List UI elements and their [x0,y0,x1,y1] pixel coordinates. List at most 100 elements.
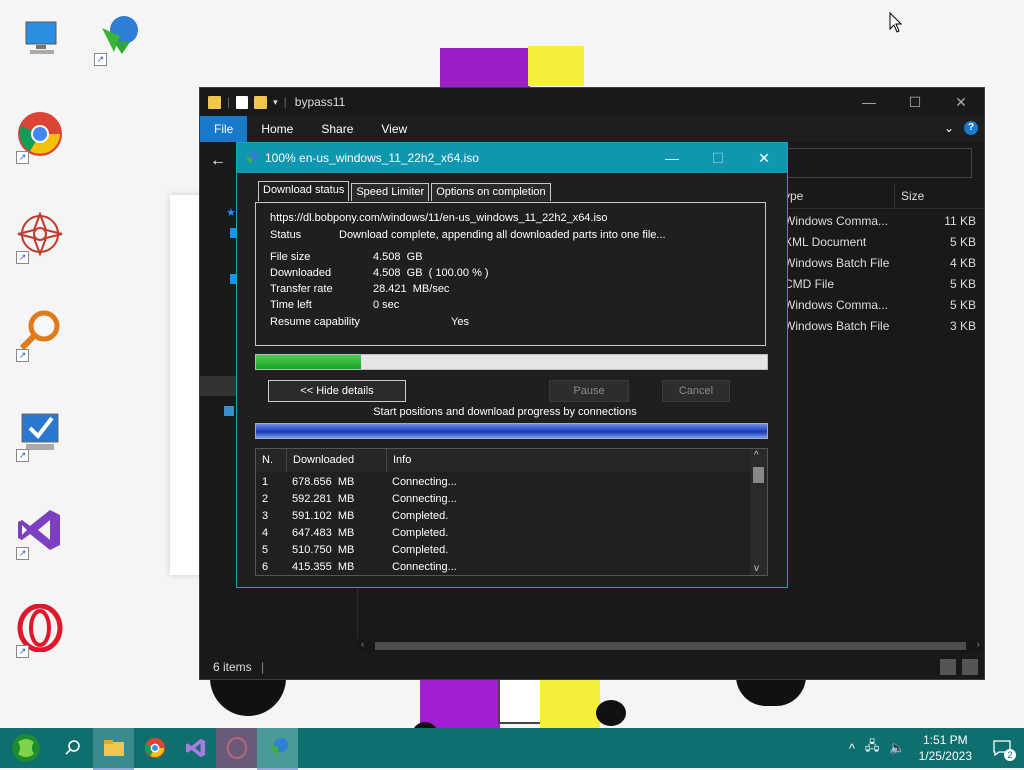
volume-icon[interactable]: 🔈 [884,740,910,756]
close-button[interactable]: ✕ [938,88,984,116]
table-row[interactable]: 4 647.483 MB Completed. [256,525,767,542]
dialog-titlebar[interactable]: 100% en-us_windows_11_22h2_x64.iso — ☐ ✕ [237,143,787,173]
file-row[interactable]: CMD File 5 KB [780,277,984,298]
download-url: https://dl.bobpony.com/windows/11/en-us_… [270,212,608,224]
table-row[interactable]: 3 591.102 MB Completed. [256,508,767,525]
column-downloaded[interactable]: Downloaded [287,449,387,472]
minimize-button[interactable]: — [649,143,695,173]
tab-share[interactable]: Share [307,116,367,142]
action-center-button[interactable]: 2 [980,728,1024,768]
idm-icon [245,151,259,165]
vertical-scrollbar[interactable]: ^ v [750,449,767,575]
file-size: 5 KB [949,235,976,249]
file-row[interactable]: Windows Comma... 5 KB [780,298,984,319]
connection-info: Completed. [392,527,449,539]
taskbar-idm[interactable] [257,728,298,770]
taskbar-visual-studio[interactable] [175,728,216,768]
taskbar: ^ 🖧 🔈 1:51 PM 1/25/2023 2 [0,728,1024,770]
this-pc-icon[interactable] [8,8,68,68]
dialog-tabs: Download status Speed Limiter Options on… [258,181,553,201]
column-size[interactable]: Size [895,184,971,208]
table-row[interactable]: 5 510.750 MB Completed. [256,542,767,559]
file-row[interactable]: XML Document 5 KB [780,235,984,256]
monitor-check-icon[interactable]: ↗ [4,402,64,462]
file-type: Windows Comma... [784,298,889,312]
column-number[interactable]: N. [256,449,287,472]
quick-access-star-icon[interactable]: ★ [226,206,236,219]
quick-access-dropdown-icon[interactable]: ▾ [273,97,278,108]
scroll-down-icon[interactable]: v [754,563,759,574]
connection-info: Connecting... [392,493,457,505]
internet-download-manager-icon[interactable]: ↗ [82,6,142,66]
minimize-button[interactable]: — [846,88,892,116]
shortcut-arrow-icon: ↗ [16,449,29,462]
file-row[interactable]: Windows Batch File 3 KB [780,319,984,340]
pause-button[interactable]: Pause [549,380,629,402]
explorer-titlebar[interactable]: | ▾ | bypass11 — ☐ ✕ [200,88,984,116]
search-button[interactable] [52,728,93,768]
ribbon: File Home Share View ⌄ ? [200,116,984,142]
tab-download-status[interactable]: Download status [258,181,350,201]
table-row[interactable]: 6 415.355 MB Connecting... [256,559,767,575]
scrollbar-thumb[interactable] [375,642,966,650]
mandala-app-icon[interactable]: ↗ [4,204,64,264]
expand-ribbon-icon[interactable]: ⌄ [944,121,954,135]
table-row[interactable]: 1 678.656 MB Connecting... [256,474,767,491]
visual-studio-icon[interactable]: ↗ [4,500,64,560]
progress-fill [256,355,361,369]
search-input[interactable] [780,148,972,178]
connection-number: 1 [262,476,269,488]
start-button[interactable] [0,728,52,768]
connection-number: 4 [262,527,269,539]
file-row[interactable]: Windows Batch File 4 KB [780,256,984,277]
chrome-icon[interactable]: ↗ [4,104,64,164]
file-type: XML Document [784,235,867,249]
column-info[interactable]: Info [387,449,737,472]
connections-table[interactable]: N. Downloaded Info 1 678.656 MB Connecting… [255,448,768,576]
hide-details-button[interactable]: << Hide details [268,380,406,402]
wallpaper-purple-body [420,676,500,728]
magnifier-app-icon[interactable]: ↗ [4,302,64,362]
connection-number: 6 [262,561,269,573]
new-folder-icon[interactable] [254,95,268,109]
show-hidden-icons-icon[interactable]: ^ [844,741,860,756]
connection-downloaded: 591.102 MB [292,510,355,522]
tab-speed-limiter[interactable]: Speed Limiter [351,183,430,201]
connection-info: Completed. [392,544,449,556]
table-row[interactable]: 2 592.281 MB Connecting... [256,491,767,508]
help-icon[interactable]: ? [964,121,978,135]
wallpaper-yellow-body [540,676,600,728]
clock[interactable]: 1:51 PM 1/25/2023 [911,732,980,764]
file-explorer-icon [103,740,124,756]
tab-file[interactable]: File [200,116,248,142]
wallpaper-yellow-shape [528,46,584,86]
taskbar-chrome[interactable] [134,728,175,768]
properties-icon[interactable] [236,95,249,109]
details-view-icon[interactable] [940,659,956,675]
taskbar-file-explorer[interactable] [93,728,134,770]
back-arrow-icon[interactable]: ← [210,152,226,170]
tab-home[interactable]: Home [247,116,307,142]
network-icon[interactable] [224,406,234,416]
scroll-up-icon[interactable]: ^ [754,450,759,461]
opera-icon[interactable]: ↗ [4,598,64,658]
scrollbar-thumb[interactable] [753,467,764,483]
maximize-button[interactable]: ☐ [892,88,938,116]
column-type[interactable]: ype [780,184,895,208]
shortcut-arrow-icon: ↗ [16,251,29,264]
file-row[interactable]: Windows Comma... 11 KB [780,214,984,235]
tab-view[interactable]: View [367,116,421,142]
file-list: ype Size Windows Comma... 11 KB XML Docum… [780,184,984,340]
wallpaper-black-blob-left [210,676,286,716]
wallpaper-envelope [498,676,546,724]
network-icon[interactable]: 🖧 [860,737,885,759]
download-progress-dialog[interactable]: 100% en-us_windows_11_22h2_x64.iso — ☐ ✕… [236,142,788,588]
scroll-right-icon[interactable]: › [977,639,980,650]
tab-options-on-completion[interactable]: Options on completion [431,183,551,201]
scroll-left-icon[interactable]: ‹ [361,639,364,650]
cancel-button[interactable]: Cancel [662,380,730,402]
taskbar-opera[interactable] [216,728,257,768]
large-icons-view-icon[interactable] [962,659,978,675]
horizontal-scrollbar[interactable]: ‹ › [357,639,984,653]
close-button[interactable]: ✕ [741,143,787,173]
